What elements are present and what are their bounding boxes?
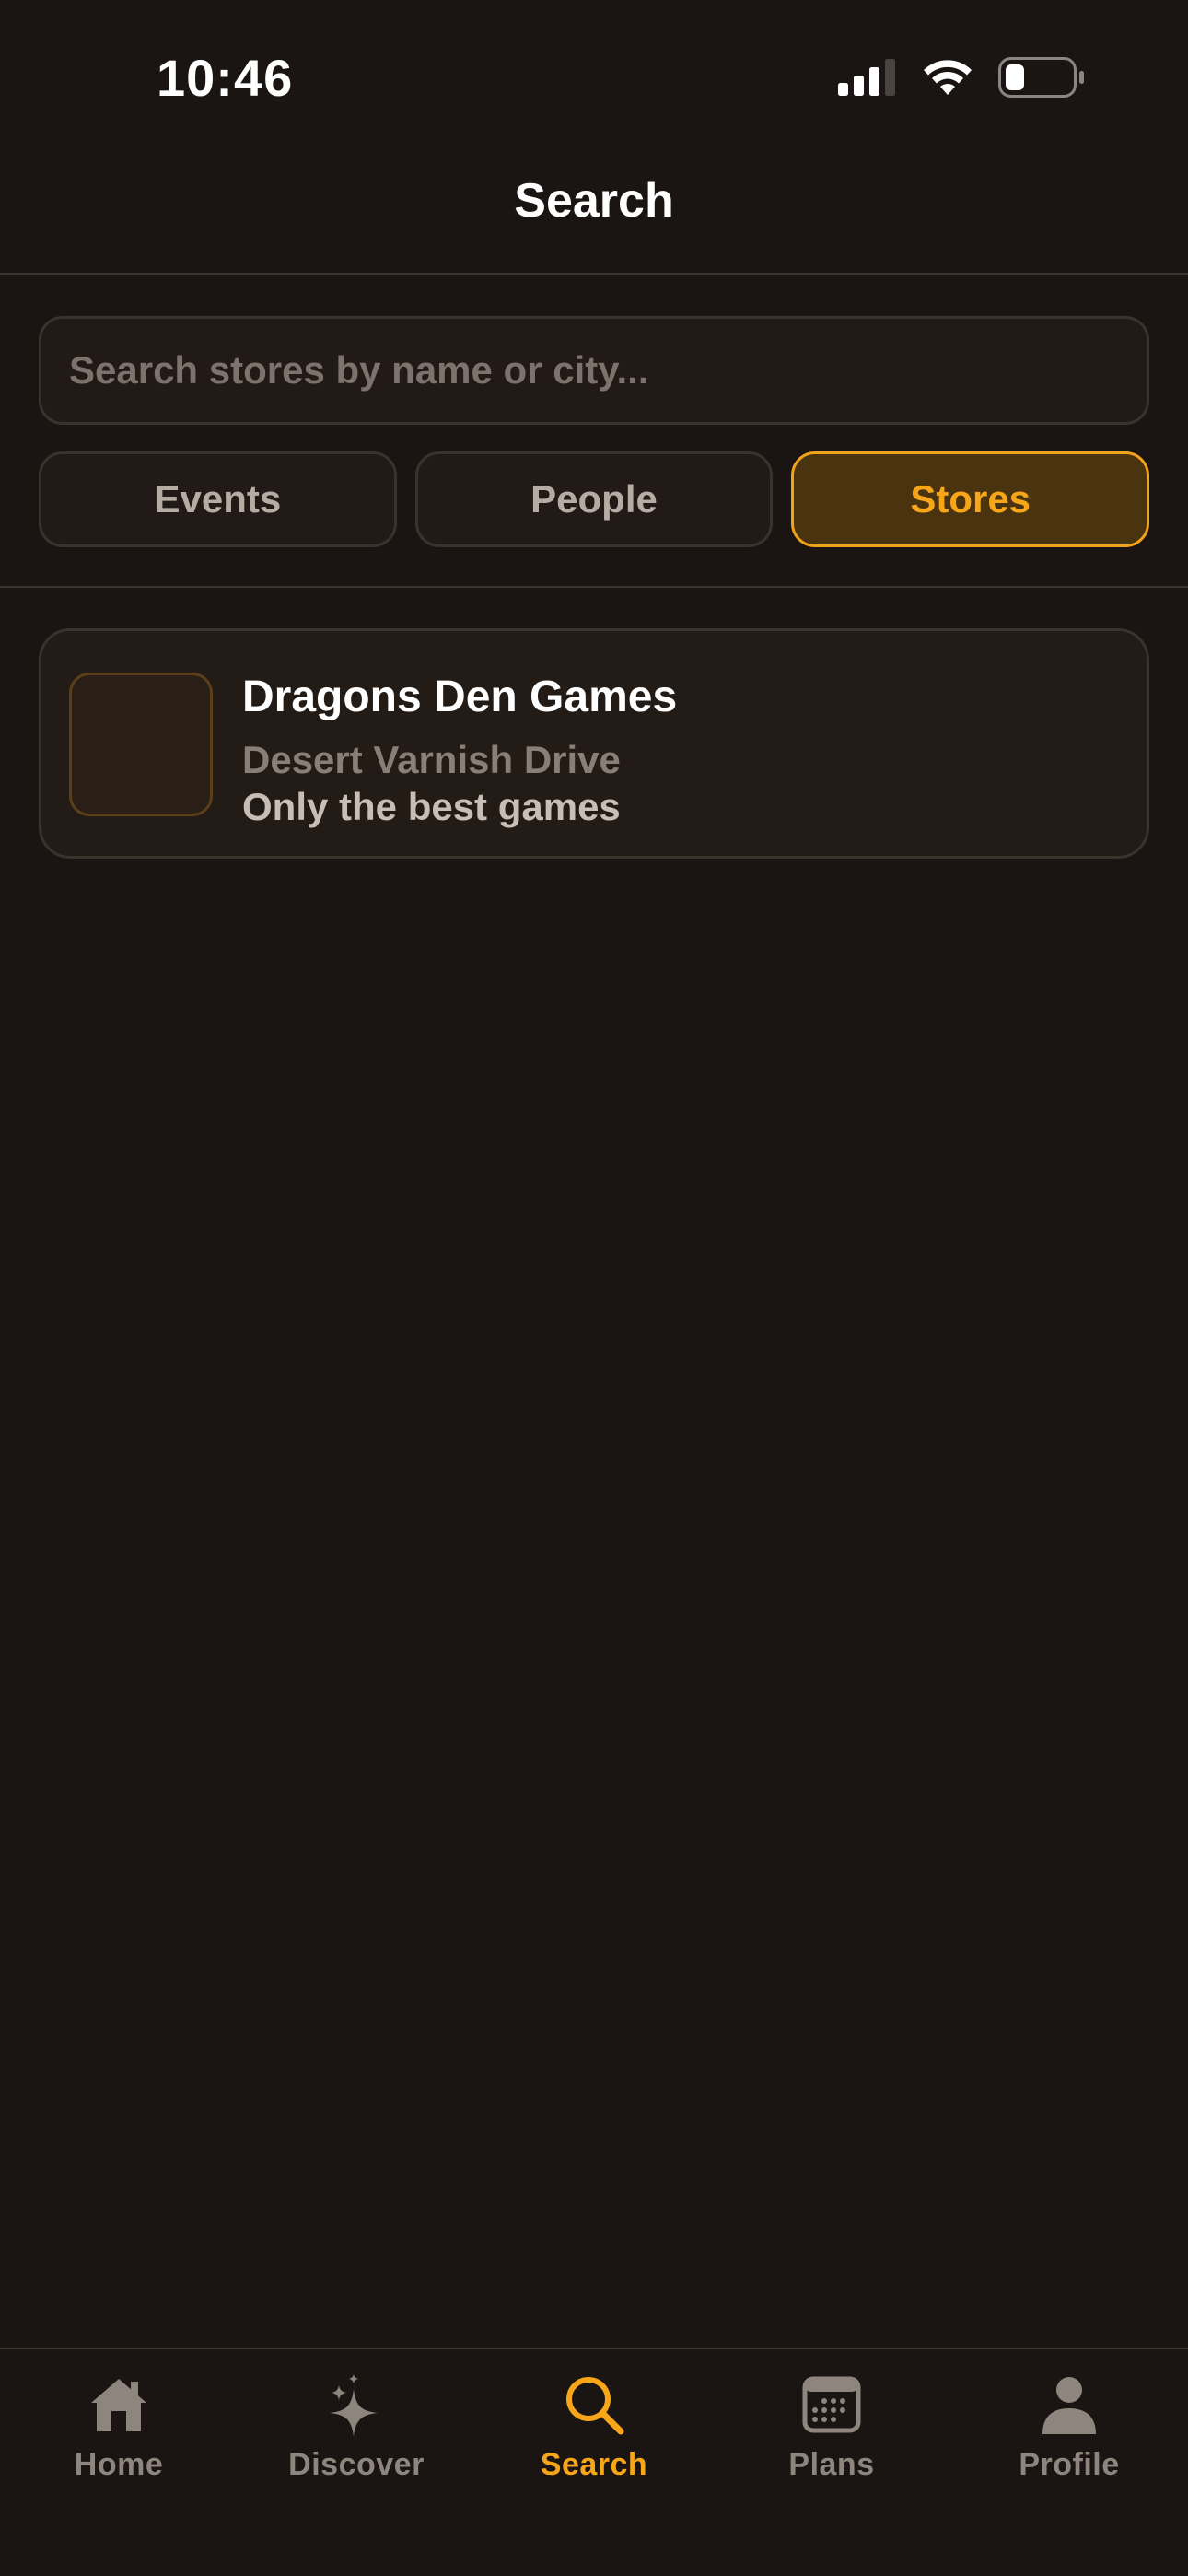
cellular-signal-icon [838, 59, 897, 100]
store-thumbnail [69, 673, 213, 816]
status-icons [838, 57, 1085, 102]
store-result-card[interactable]: Dragons Den Games Desert Varnish Drive O… [39, 628, 1149, 859]
nav-home[interactable]: Home [0, 2349, 238, 2576]
search-icon [559, 2370, 629, 2440]
status-bar: 10:46 [0, 0, 1188, 157]
battery-icon [998, 57, 1085, 102]
section-divider [0, 586, 1188, 588]
page-title: Search [514, 174, 674, 228]
store-address: Desert Varnish Drive [242, 738, 621, 781]
search-field[interactable] [39, 316, 1149, 425]
store-name: Dragons Den Games [242, 673, 678, 721]
nav-plans-label: Plans [788, 2447, 875, 2482]
tab-people[interactable]: People [414, 451, 774, 547]
nav-discover[interactable]: Discover [238, 2349, 475, 2576]
store-description: Only the best games [242, 785, 621, 828]
search-category-tabs: Events People Stores [39, 451, 1150, 547]
nav-profile-label: Profile [1019, 2447, 1120, 2482]
tab-events[interactable]: Events [39, 451, 397, 547]
tab-stores[interactable]: Stores [791, 451, 1150, 547]
sparkles-icon [321, 2370, 391, 2440]
page-header: Search [0, 157, 1188, 275]
status-time: 10:46 [157, 49, 294, 107]
calendar-icon [797, 2370, 867, 2440]
nav-plans[interactable]: Plans [713, 2349, 950, 2576]
wifi-icon [921, 58, 974, 101]
nav-home-label: Home [74, 2447, 164, 2482]
nav-profile[interactable]: Profile [950, 2349, 1188, 2576]
nav-search[interactable]: Search [475, 2349, 713, 2576]
home-icon [84, 2370, 154, 2440]
person-icon [1034, 2370, 1104, 2440]
nav-discover-label: Discover [288, 2447, 425, 2482]
search-input[interactable] [41, 319, 1147, 422]
bottom-tab-bar: Home Discover Search Plans Profile [0, 2348, 1188, 2576]
nav-search-label: Search [540, 2447, 648, 2482]
